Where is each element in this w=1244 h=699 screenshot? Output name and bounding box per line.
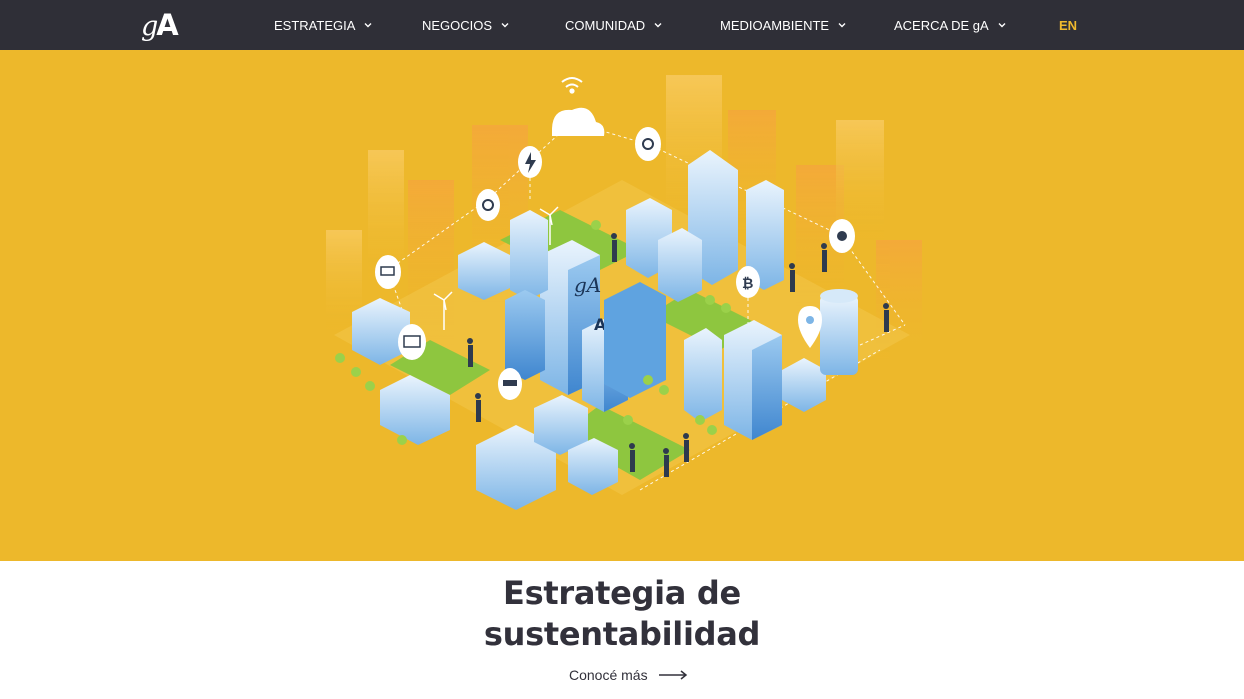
book-bubble-icon <box>398 324 426 360</box>
wifi-icon <box>561 77 583 94</box>
nav-item-acerca-de-ga[interactable]: ACERCA DE gA <box>894 0 1007 50</box>
recycle-bubble-icon <box>476 189 500 221</box>
isometric-city-illustration: gA A ₿ <box>326 75 922 510</box>
chevron-down-icon <box>653 20 663 30</box>
section-title-line-2: sustentabilidad <box>483 615 761 653</box>
nav-label: MEDIOAMBIENTE <box>720 17 830 33</box>
cloud-bubble-icon <box>635 127 661 161</box>
chevron-down-icon <box>500 20 510 30</box>
chevron-down-icon <box>363 20 373 30</box>
section-title: Estrategia de sustentabilidad <box>0 573 1244 655</box>
hero-banner: gA A ₿ <box>0 50 1244 561</box>
section-title-line-1: Estrategia de <box>503 574 741 612</box>
learn-more-label: Conocé más <box>569 667 648 683</box>
logo-letter-a: A <box>156 8 179 42</box>
language-toggle-en[interactable]: EN <box>1059 0 1077 50</box>
chevron-down-icon <box>837 20 847 30</box>
chevron-down-icon <box>997 20 1007 30</box>
arrow-right-icon <box>658 667 688 683</box>
nav-label: ACERCA DE gA <box>894 17 989 33</box>
cart-bubble-icon <box>375 255 401 289</box>
nav-label: NEGOCIOS <box>422 17 493 33</box>
cloud-icon <box>552 107 605 136</box>
nav-item-negocios[interactable]: NEGOCIOS <box>422 0 510 50</box>
nav-label: COMUNIDAD <box>565 17 646 33</box>
nav-label: ESTRATEGIA <box>274 17 356 33</box>
nav-item-medioambiente[interactable]: MEDIOAMBIENTE <box>720 0 847 50</box>
top-navigation-bar: gA ESTRATEGIA NEGOCIOS COMUNIDAD MEDIOAM… <box>0 0 1244 50</box>
nav-item-comunidad[interactable]: COMUNIDAD <box>565 0 663 50</box>
learn-more-link[interactable]: Conocé más <box>569 664 688 686</box>
nav-item-estrategia[interactable]: ESTRATEGIA <box>274 0 373 50</box>
building-logo-ga: gA <box>574 273 601 297</box>
ga-logo[interactable]: gA <box>141 6 187 44</box>
svg-text:₿: ₿ <box>742 276 753 292</box>
